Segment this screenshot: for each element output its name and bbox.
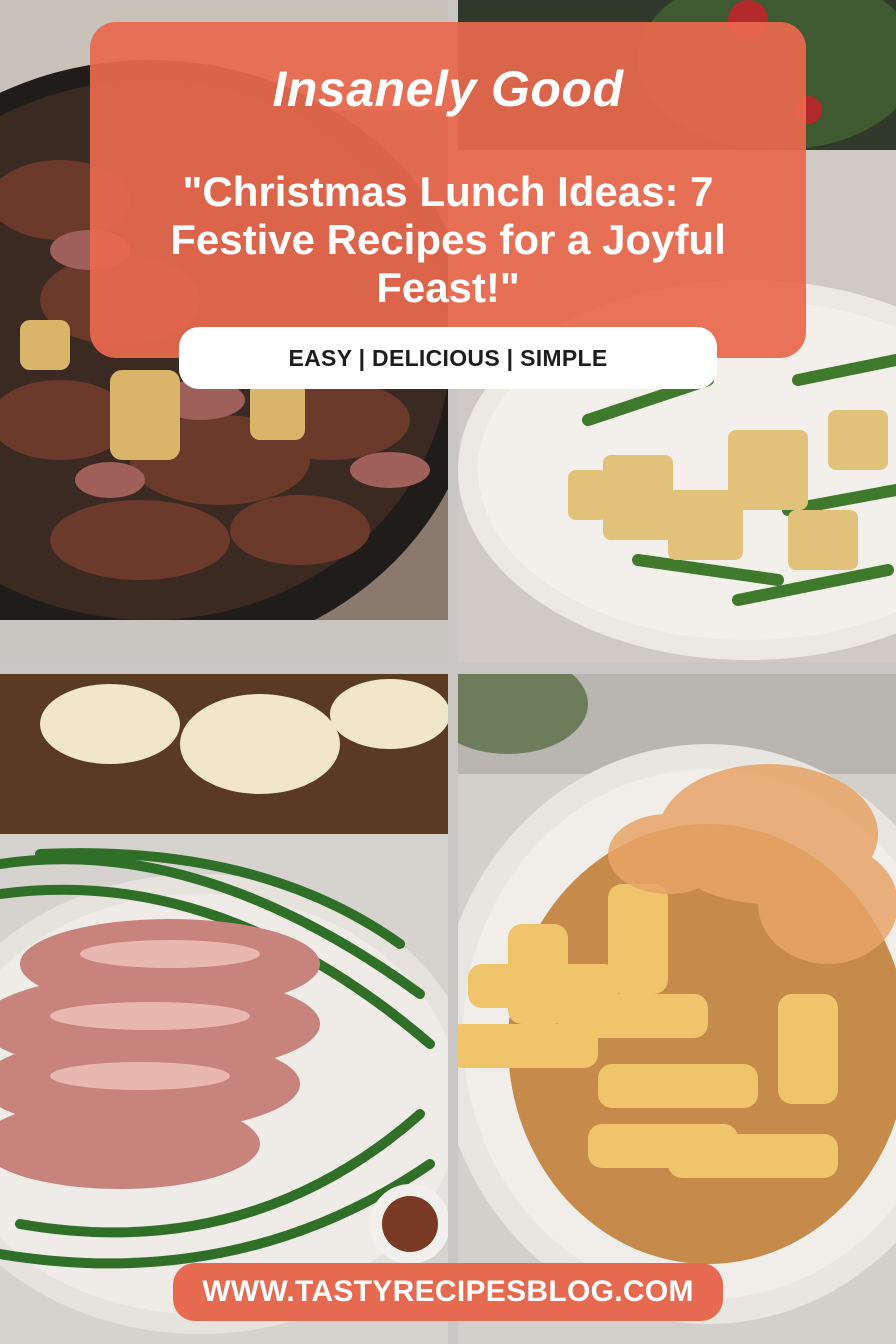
website-url: WWW.TASTYRECIPESBLOG.COM — [202, 1275, 694, 1308]
grid-divider-horizontal — [0, 662, 896, 674]
title-card: Insanely Good "Christmas Lunch Ideas: 7 … — [90, 22, 806, 358]
photo-ham-green-beans — [0, 664, 448, 1344]
tagline-text: EASY | DELICIOUS | SIMPLE — [288, 344, 608, 371]
headline: "Christmas Lunch Ideas: 7 Festive Recipe… — [170, 168, 726, 311]
brand-name: Insanely Good — [272, 61, 624, 117]
website-link[interactable]: WWW.TASTYRECIPESBLOG.COM — [173, 1263, 723, 1321]
photo-rigatoni — [448, 664, 896, 1344]
tagline-pill: EASY | DELICIOUS | SIMPLE — [179, 327, 717, 389]
